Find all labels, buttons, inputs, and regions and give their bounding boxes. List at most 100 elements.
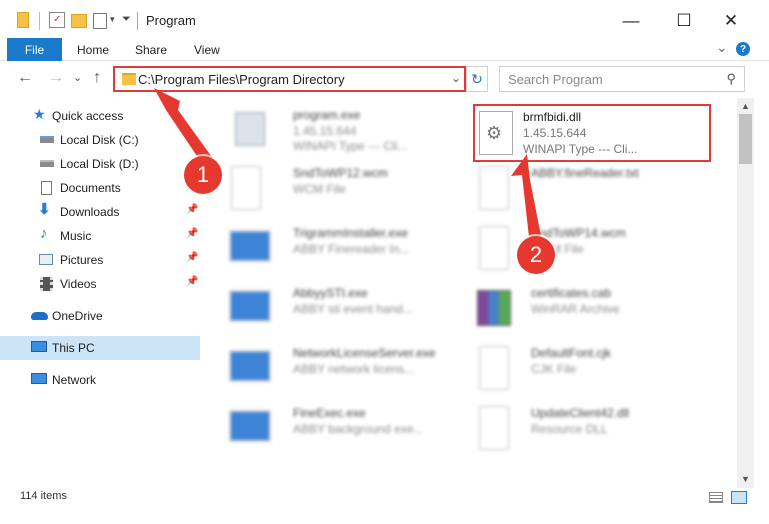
scroll-down-icon[interactable]: ▼: [741, 474, 750, 484]
title-bar: ✓ ▾ ⏷ Program — ☐ ✕: [0, 0, 769, 40]
sidebar-item-pictures[interactable]: Pictures 📌: [0, 248, 200, 272]
customize-toolbar-icon[interactable]: ⏷: [122, 13, 131, 26]
cloud-icon: [31, 312, 48, 320]
generic-file-icon: [479, 346, 509, 390]
sidebar-item-music[interactable]: ♪ Music 📌: [0, 224, 200, 248]
file-item[interactable]: FineExec.exe ABBY background exe...: [211, 402, 443, 456]
pin-icon[interactable]: 📌: [186, 276, 198, 287]
sidebar-item-local-disk-c[interactable]: Local Disk (C:): [0, 128, 200, 152]
step-badge-1: 1: [184, 156, 222, 194]
details-view-icon[interactable]: [709, 492, 723, 503]
file-type: Resource DLL: [531, 422, 608, 436]
file-type: WINAPI Type --- Cli...: [293, 139, 408, 153]
refresh-button[interactable]: ↻: [466, 66, 488, 92]
tab-home[interactable]: Home: [77, 43, 109, 57]
application-icon: [229, 290, 271, 322]
search-placeholder: Search Program: [508, 72, 603, 87]
sidebar-item-videos[interactable]: Videos 📌: [0, 272, 200, 296]
up-button[interactable]: ↑: [93, 69, 101, 87]
file-item[interactable]: UpdateClient42.dll Resource DLL: [449, 402, 681, 456]
highlighted-file-item[interactable]: ⚙ brmfbidi.dll 1.45.15.644 WINAPI Type -…: [473, 104, 711, 162]
archive-icon: [477, 290, 511, 326]
application-icon: [229, 410, 271, 442]
file-type: WinRAR Archive: [531, 302, 620, 316]
sidebar-item-label: OneDrive: [52, 309, 103, 323]
sidebar-item-label: Documents: [60, 181, 121, 195]
file-version: 1.45.15.644: [293, 124, 357, 138]
recent-locations-button[interactable]: ⌄: [73, 71, 82, 84]
file-description: ABBY background exe...: [293, 422, 424, 436]
minimize-button[interactable]: —: [617, 8, 645, 34]
file-item[interactable]: program.exe 1.45.15.644 WINAPI Type --- …: [211, 104, 443, 158]
pin-icon[interactable]: 📌: [186, 228, 198, 239]
download-icon: ⬇: [38, 201, 51, 218]
vertical-scrollbar[interactable]: ▲ ▼: [737, 98, 754, 488]
address-path[interactable]: C:\Program Files\Program Directory: [138, 72, 345, 87]
status-bar: 114 items: [0, 488, 769, 524]
new-folder-icon[interactable]: [71, 14, 87, 28]
dropdown-arrow-icon[interactable]: ▾: [110, 14, 115, 25]
dll-file-icon: [479, 406, 509, 450]
file-item[interactable]: ABBY.fineReader.txt: [449, 162, 681, 216]
sidebar-item-this-pc[interactable]: This PC: [0, 336, 200, 360]
file-item[interactable]: SndToWP12.wcm WCM File: [211, 162, 443, 216]
title-separator: [137, 12, 138, 30]
separator: [39, 12, 40, 30]
star-icon: ★: [33, 106, 46, 122]
large-icons-view-icon[interactable]: [731, 491, 747, 504]
generic-file-icon: [231, 166, 261, 210]
view-options-icon[interactable]: [93, 13, 107, 29]
sidebar-item-documents[interactable]: Documents 📌: [0, 176, 200, 200]
sidebar-item-local-disk-d[interactable]: Local Disk (D:): [0, 152, 200, 176]
back-button[interactable]: ←: [17, 69, 33, 87]
file-item[interactable]: NetworkLicenseServer.exe ABBY network li…: [211, 342, 443, 396]
forward-button[interactable]: →: [48, 69, 64, 87]
tab-view[interactable]: View: [194, 43, 220, 57]
address-dropdown-icon[interactable]: ⌄: [451, 71, 461, 85]
help-icon[interactable]: ?: [736, 42, 750, 56]
file-name: ABBY.fineReader.txt: [531, 166, 639, 180]
file-name: program.exe: [293, 108, 361, 122]
pictures-icon: [39, 254, 53, 265]
scroll-up-icon[interactable]: ▲: [741, 101, 750, 111]
sidebar-item-onedrive[interactable]: OneDrive: [0, 304, 200, 328]
tab-file[interactable]: File: [7, 38, 62, 61]
sidebar-item-label: Local Disk (C:): [60, 133, 139, 147]
file-item[interactable]: DefaultFont.cjk CJK File: [449, 342, 681, 396]
file-item[interactable]: SndToWP14.wcm WCM File: [449, 222, 681, 276]
file-description: ABBY Finereader In...: [293, 242, 410, 256]
sidebar-item-label: Local Disk (D:): [60, 157, 139, 171]
pin-icon[interactable]: 📌: [186, 204, 198, 215]
sidebar-item-label: Videos: [60, 277, 97, 291]
sidebar-item-downloads[interactable]: ⬇ Downloads 📌: [0, 200, 200, 224]
sidebar-item-quick-access[interactable]: ★ Quick access: [0, 104, 200, 128]
pin-icon[interactable]: 📌: [186, 252, 198, 263]
window-title: Program: [146, 13, 196, 28]
sidebar-item-label: This PC: [52, 341, 95, 355]
maximize-button[interactable]: ☐: [670, 8, 698, 34]
properties-icon[interactable]: ✓: [49, 12, 65, 28]
application-icon: [229, 230, 271, 262]
scrollbar-thumb[interactable]: [739, 114, 752, 164]
file-name: TrigrammInstaller.exe: [293, 226, 408, 240]
file-name: UpdateClient42.dll: [531, 406, 630, 420]
file-item[interactable]: certificates.cab WinRAR Archive: [449, 282, 681, 336]
sidebar-item-network[interactable]: Network: [0, 368, 200, 392]
file-name: certificates.cab: [531, 286, 612, 300]
network-icon: [31, 373, 47, 384]
step-badge-2: 2: [517, 236, 555, 274]
sidebar-item-label: Pictures: [60, 253, 104, 267]
search-input[interactable]: Search Program ⚲: [499, 66, 745, 92]
file-item[interactable]: AbbyySTI.exe ABBY sti event hand...: [211, 282, 443, 336]
ribbon-tabs: File Home Share View ⌄ ?: [0, 38, 769, 61]
file-item[interactable]: TrigrammInstaller.exe ABBY Finereader In…: [211, 222, 443, 276]
close-button[interactable]: ✕: [717, 8, 745, 34]
ribbon-expand-icon[interactable]: ⌄: [716, 39, 728, 56]
tab-share[interactable]: Share: [135, 43, 167, 57]
search-icon[interactable]: ⚲: [726, 71, 736, 87]
file-name: SndToWP12.wcm: [293, 166, 388, 180]
address-bar[interactable]: C:\Program Files\Program Directory ⌄: [113, 66, 466, 92]
folder-icon[interactable]: [17, 12, 29, 28]
monitor-icon: [31, 341, 47, 352]
drive-icon: [40, 160, 54, 167]
